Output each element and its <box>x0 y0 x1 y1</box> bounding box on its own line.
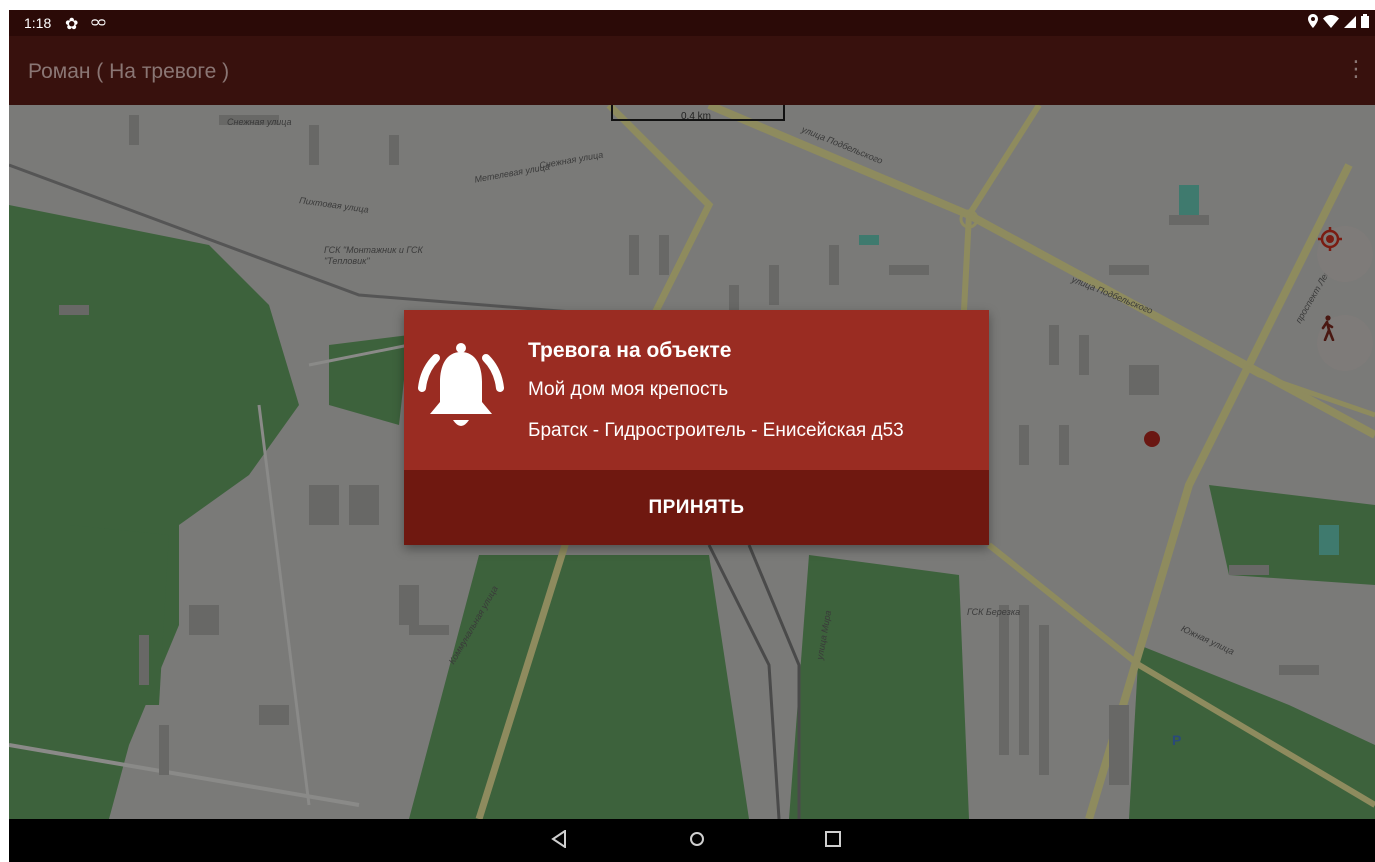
signal-icon <box>1344 15 1356 31</box>
wifi-icon <box>1323 14 1339 31</box>
status-bar: 1:18 ✿ ᴑᴑ <box>9 10 1375 36</box>
status-icons <box>1308 14 1369 31</box>
app-title: Роман ( На тревоге ) <box>28 60 230 83</box>
screen: 1:18 ✿ ᴑᴑ Роман ( На тревоге ) ⋮ P 0.4 k… <box>9 10 1375 862</box>
alarm-dialog-body: Тревога на объекте Мой дом моя крепость … <box>404 310 989 470</box>
map-area-label: ГСК Березка <box>967 607 1021 617</box>
back-icon[interactable] <box>551 829 567 853</box>
gear-icon: ✿ <box>65 16 79 33</box>
home-icon[interactable] <box>689 830 705 853</box>
status-time: 1:18 <box>24 15 52 31</box>
my-location-icon[interactable] <box>1317 226 1373 282</box>
location-icon <box>1308 14 1318 31</box>
map-scale-label: 0.4 km <box>681 111 712 122</box>
alarm-object-name: Мой дом моя крепость <box>528 379 729 400</box>
map-area-label: ГСК "Монтажник и ГСК "Тепловик" <box>324 245 423 266</box>
app-bar: Роман ( На тревоге ) ⋮ <box>9 36 1375 105</box>
alarm-title: Тревога на объекте <box>528 339 732 362</box>
alarm-address: Братск - Гидростроитель - Енисейская д53 <box>528 420 904 441</box>
bell-ringing-icon <box>418 340 504 436</box>
map-street-label: Снежная улица <box>227 117 292 127</box>
svg-text:P: P <box>1172 732 1181 748</box>
accept-button[interactable]: ПРИНЯТЬ <box>404 470 989 545</box>
battery-icon <box>1361 14 1369 31</box>
alarm-dialog: Тревога на объекте Мой дом моя крепость … <box>404 310 989 545</box>
more-vert-icon[interactable]: ⋮ <box>1345 58 1367 80</box>
recents-icon[interactable] <box>825 830 841 853</box>
navigation-bar <box>9 819 1375 862</box>
voicemail-icon: ᴑᴑ <box>91 14 106 29</box>
walk-icon[interactable] <box>1317 315 1373 371</box>
